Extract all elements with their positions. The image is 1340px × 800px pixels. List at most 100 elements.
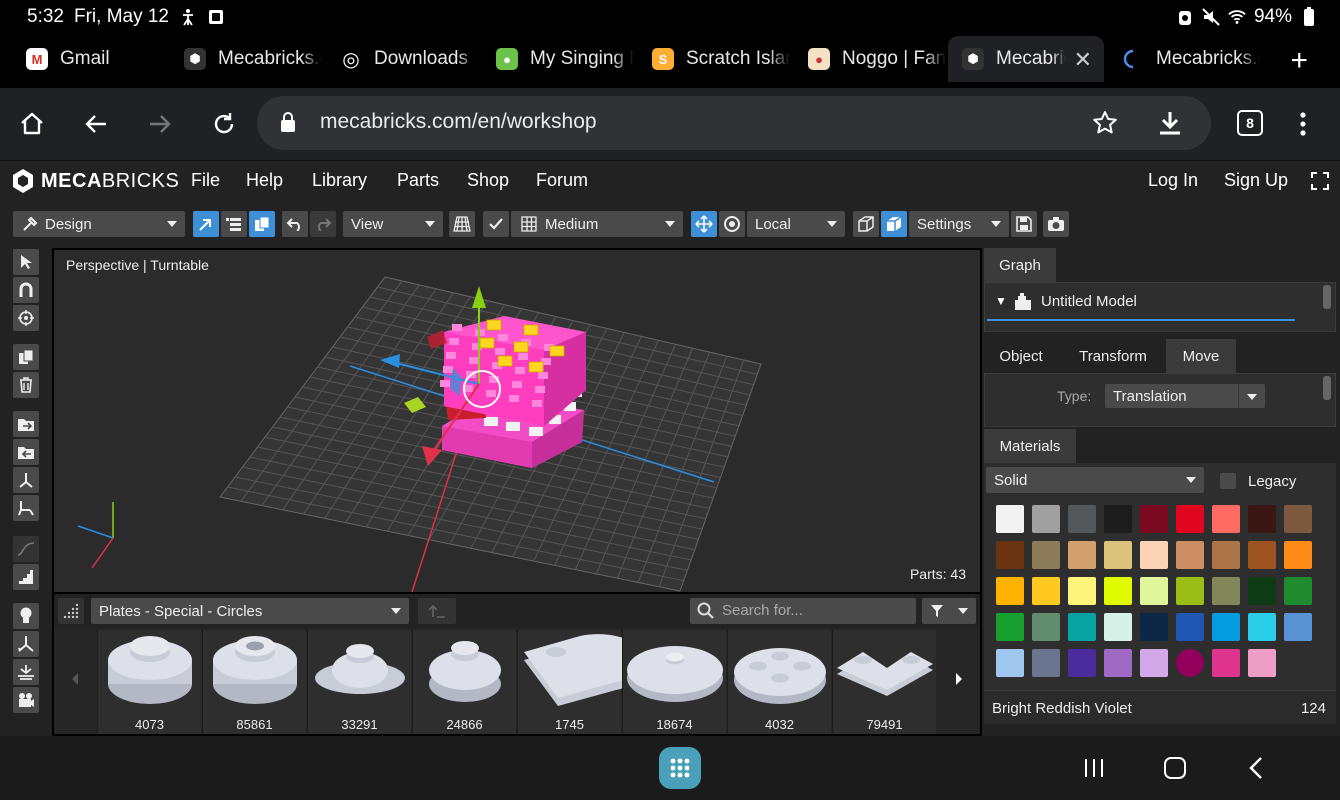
menu-shop[interactable]: Shop bbox=[467, 170, 509, 191]
app-drawer-button[interactable] bbox=[659, 747, 701, 789]
tab-gmail[interactable]: M Gmail bbox=[12, 36, 164, 82]
tab-scratch-island[interactable]: S Scratch Islan bbox=[638, 36, 790, 82]
settings-select[interactable]: Settings bbox=[909, 211, 1009, 237]
joint-tool-button[interactable] bbox=[13, 631, 39, 657]
color-swatch[interactable] bbox=[1284, 577, 1312, 605]
tab-mecabricks-1[interactable]: ⬢ Mecabricks.c bbox=[170, 36, 322, 82]
color-swatch[interactable] bbox=[1032, 613, 1060, 641]
tab-switcher-button[interactable]: 8 bbox=[1237, 110, 1263, 136]
color-swatch[interactable] bbox=[1212, 505, 1240, 533]
color-swatch[interactable] bbox=[1284, 505, 1312, 533]
color-swatch[interactable] bbox=[1248, 577, 1276, 605]
login-link[interactable]: Log In bbox=[1148, 170, 1198, 191]
address-bar[interactable]: mecabricks.com/en/workshop bbox=[257, 96, 1211, 150]
color-swatch[interactable] bbox=[1284, 613, 1312, 641]
color-swatch[interactable] bbox=[1140, 541, 1168, 569]
select-tool-button[interactable] bbox=[193, 211, 219, 237]
move-gizmo-button[interactable] bbox=[691, 211, 717, 237]
color-swatch[interactable] bbox=[1140, 505, 1168, 533]
color-swatch[interactable] bbox=[1068, 541, 1096, 569]
scroll-left-icon[interactable] bbox=[70, 672, 80, 691]
view-select[interactable]: View bbox=[343, 211, 443, 237]
color-swatch[interactable] bbox=[1140, 649, 1168, 677]
parts-filter-select[interactable] bbox=[922, 598, 976, 624]
axis-alt-tool-button[interactable] bbox=[13, 495, 39, 521]
reload-button[interactable] bbox=[206, 106, 242, 142]
forward-button[interactable] bbox=[142, 106, 178, 142]
axis-tool-button[interactable] bbox=[13, 467, 39, 493]
color-swatch[interactable] bbox=[1176, 649, 1204, 677]
color-swatch[interactable] bbox=[1104, 613, 1132, 641]
part-tile[interactable]: 24866 bbox=[412, 630, 516, 734]
color-swatch[interactable] bbox=[1032, 649, 1060, 677]
color-swatch[interactable] bbox=[1176, 577, 1204, 605]
color-swatch[interactable] bbox=[1068, 577, 1096, 605]
color-swatch[interactable] bbox=[1104, 505, 1132, 533]
tab-object[interactable]: Object bbox=[984, 339, 1058, 373]
back-button[interactable] bbox=[78, 106, 114, 142]
part-tile[interactable]: 33291 bbox=[307, 630, 411, 734]
color-swatch[interactable] bbox=[1248, 649, 1276, 677]
save-button[interactable] bbox=[1011, 211, 1037, 237]
color-swatch[interactable] bbox=[996, 649, 1024, 677]
color-swatch[interactable] bbox=[1068, 649, 1096, 677]
color-swatch[interactable] bbox=[996, 613, 1024, 641]
space-select[interactable]: Local bbox=[747, 211, 845, 237]
magnet-tool-button[interactable] bbox=[13, 277, 39, 303]
graph-scrollbar[interactable] bbox=[1323, 285, 1331, 309]
part-tile[interactable]: 79491 bbox=[832, 630, 936, 734]
color-swatch[interactable] bbox=[1104, 541, 1132, 569]
parts-search-input[interactable]: Search for... bbox=[690, 598, 916, 624]
browser-menu-button[interactable] bbox=[1285, 106, 1321, 142]
grid-toggle-button[interactable] bbox=[449, 211, 475, 237]
color-swatch[interactable] bbox=[1212, 541, 1240, 569]
color-swatch[interactable] bbox=[1176, 505, 1204, 533]
part-tile[interactable]: 4032 bbox=[727, 630, 831, 734]
color-swatch[interactable] bbox=[1032, 577, 1060, 605]
pointer-tool-button[interactable] bbox=[13, 249, 39, 275]
scroll-right-icon[interactable] bbox=[954, 672, 964, 691]
redo-button[interactable] bbox=[310, 211, 336, 237]
color-swatch[interactable] bbox=[1032, 505, 1060, 533]
menu-library[interactable]: Library bbox=[312, 170, 367, 191]
3d-viewport[interactable]: Perspective | Turntable Parts: 43 bbox=[54, 250, 980, 592]
color-swatch[interactable] bbox=[1140, 577, 1168, 605]
mecabricks-logo[interactable]: MECABRICKS bbox=[11, 168, 179, 194]
color-swatch[interactable] bbox=[1248, 541, 1276, 569]
menu-help[interactable]: Help bbox=[246, 170, 283, 191]
camera-tool-button[interactable] bbox=[13, 687, 39, 713]
solid-view-button[interactable] bbox=[881, 211, 907, 237]
light-tool-button[interactable] bbox=[13, 603, 39, 629]
grid-size-select[interactable]: Medium bbox=[511, 211, 683, 237]
color-swatch[interactable] bbox=[1032, 541, 1060, 569]
tab-move[interactable]: Move bbox=[1166, 339, 1236, 373]
color-swatch[interactable] bbox=[1140, 613, 1168, 641]
tab-noggo-fandom[interactable]: ● Noggo | Fanc bbox=[794, 36, 946, 82]
import-button[interactable] bbox=[13, 411, 39, 437]
tab-transform[interactable]: Transform bbox=[1060, 339, 1166, 373]
color-swatch[interactable] bbox=[1212, 577, 1240, 605]
color-swatch[interactable] bbox=[1284, 541, 1312, 569]
mode-select[interactable]: Design bbox=[13, 211, 185, 237]
download-icon[interactable] bbox=[1157, 109, 1183, 142]
tab-downloads[interactable]: ◎ Downloads bbox=[326, 36, 478, 82]
tab-mecabricks-active[interactable]: ⬢ Mecabric ✕ bbox=[948, 36, 1104, 82]
parts-category-select[interactable]: Plates - Special - Circles bbox=[91, 598, 409, 624]
color-swatch[interactable] bbox=[1104, 577, 1132, 605]
color-swatch[interactable] bbox=[1068, 613, 1096, 641]
back-nav-button[interactable] bbox=[1246, 756, 1266, 785]
screenshot-button[interactable] bbox=[1043, 211, 1069, 237]
parts-up-button[interactable] bbox=[418, 598, 456, 624]
list-view-button[interactable] bbox=[221, 211, 247, 237]
snap-checkbox[interactable] bbox=[483, 211, 509, 237]
curve-tool-button[interactable] bbox=[13, 536, 39, 562]
color-swatch[interactable] bbox=[996, 505, 1024, 533]
rotate-gizmo-button[interactable] bbox=[719, 211, 745, 237]
type-select[interactable]: Translation bbox=[1105, 384, 1265, 408]
legacy-checkbox[interactable] bbox=[1220, 473, 1236, 489]
color-swatch[interactable] bbox=[1248, 505, 1276, 533]
recent-apps-button[interactable] bbox=[1083, 757, 1105, 784]
part-tile[interactable]: 4073 bbox=[97, 630, 201, 734]
undo-button[interactable] bbox=[282, 211, 308, 237]
color-swatch[interactable] bbox=[1176, 613, 1204, 641]
